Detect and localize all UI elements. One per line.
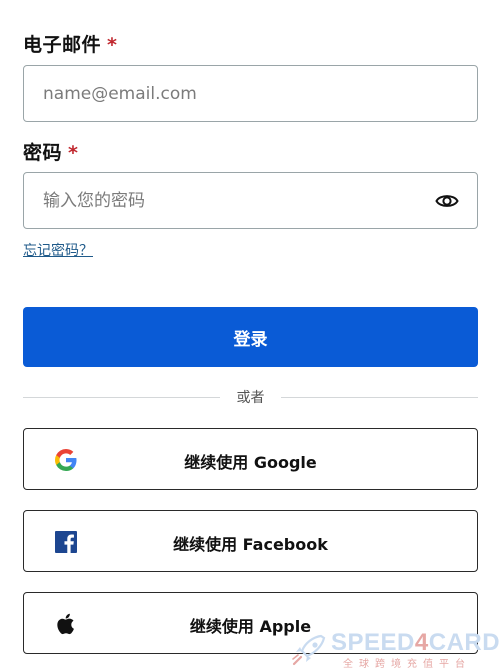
email-field[interactable] [23, 65, 478, 122]
email-label: 电子邮件 * [23, 30, 117, 57]
required-mark: * [68, 142, 79, 164]
continue-with-facebook-button[interactable]: 继续使用 Facebook [23, 510, 478, 572]
brand-part: 4 [414, 629, 429, 656]
password-input[interactable] [24, 173, 477, 228]
divider-line [281, 397, 478, 398]
email-input[interactable] [24, 66, 477, 121]
or-divider: 或者 [23, 386, 478, 408]
brand-part: SPEED [331, 629, 415, 656]
rocket-logo-icon [292, 634, 326, 666]
password-field[interactable] [23, 172, 478, 229]
required-mark: * [107, 34, 118, 56]
eye-icon[interactable] [435, 190, 459, 212]
brand-part: CARD [428, 629, 501, 656]
continue-with-google-button[interactable]: 继续使用 Google [23, 428, 478, 490]
facebook-button-label: 继续使用 Facebook [173, 535, 328, 554]
email-label-text: 电子邮件 [23, 34, 102, 56]
speed4card-watermark: SPEED4CARD 全球跨境充值平台 [289, 629, 500, 670]
google-button-label: 继续使用 Google [184, 453, 317, 472]
password-label: 密码 * [23, 138, 78, 165]
watermark-brand: SPEED4CARD [331, 629, 500, 657]
password-label-text: 密码 [23, 142, 63, 164]
watermark-subtitle: 全球跨境充值平台 [343, 659, 471, 670]
login-button[interactable]: 登录 [23, 307, 478, 367]
forgot-password-link[interactable]: 忘记密码？ [23, 240, 93, 260]
